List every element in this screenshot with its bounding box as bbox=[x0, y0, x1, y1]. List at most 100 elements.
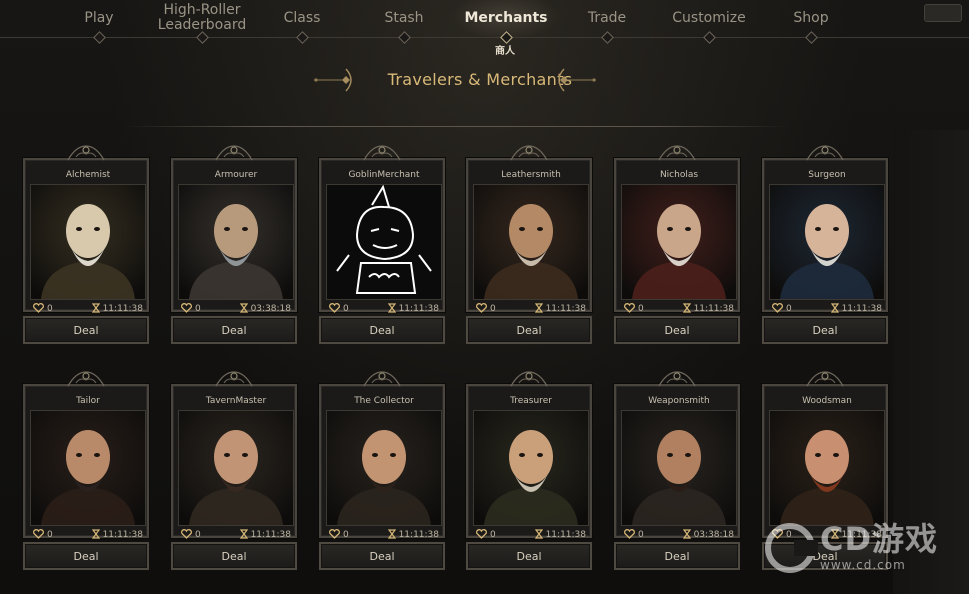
merchant-card-nicholas[interactable]: Nicholas 0 11:11:38 Deal bbox=[614, 145, 740, 346]
merchant-stats: 0 11:11:38 bbox=[621, 301, 737, 317]
affinity: 0 bbox=[178, 302, 204, 316]
deal-button[interactable]: Deal bbox=[23, 542, 149, 570]
merchant-name: Treasurer bbox=[510, 396, 552, 406]
title-ornament-right-icon bbox=[558, 68, 596, 92]
merchant-card-tavernmaster[interactable]: TavernMaster 0 11:11:38 Deal bbox=[171, 371, 297, 572]
merchant-portrait[interactable] bbox=[769, 184, 885, 300]
card-frame: Armourer 0 03:38:18 bbox=[171, 158, 297, 314]
heart-icon bbox=[624, 302, 635, 316]
merchant-portrait[interactable] bbox=[326, 184, 442, 300]
affinity: 0 bbox=[621, 528, 647, 542]
deal-button[interactable]: Deal bbox=[319, 316, 445, 344]
hourglass-icon bbox=[387, 302, 396, 316]
watermark-logo-icon bbox=[765, 523, 818, 573]
merchant-portrait[interactable] bbox=[621, 410, 737, 526]
merchant-portrait[interactable] bbox=[621, 184, 737, 300]
restock-timer: 11:11:38 bbox=[532, 302, 589, 316]
heart-icon bbox=[476, 528, 487, 542]
merchant-card-weaponsmith[interactable]: Weaponsmith 0 03:38:18 Deal bbox=[614, 371, 740, 572]
hourglass-icon bbox=[239, 302, 248, 316]
card-frame: Leathersmith 0 11:11:38 bbox=[466, 158, 592, 314]
merchant-card-tailor[interactable]: Tailor 0 11:11:38 Deal bbox=[23, 371, 149, 572]
deal-button[interactable]: Deal bbox=[171, 316, 297, 344]
merchant-portrait[interactable] bbox=[769, 410, 885, 526]
merchant-card-treasurer[interactable]: Treasurer 0 11:11:38 Deal bbox=[466, 371, 592, 572]
affinity: 0 bbox=[769, 302, 795, 316]
restock-timer: 11:11:38 bbox=[680, 302, 737, 316]
card-frame: Tailor 0 11:11:38 bbox=[23, 384, 149, 540]
hourglass-icon bbox=[830, 302, 839, 316]
hourglass-icon bbox=[682, 528, 691, 542]
merchant-card-alchemist[interactable]: Alchemist 0 11:11:38 Deal bbox=[23, 145, 149, 346]
deal-button[interactable]: Deal bbox=[614, 316, 740, 344]
timer-value: 11:11:38 bbox=[102, 530, 143, 540]
heart-icon bbox=[624, 528, 635, 542]
hourglass-icon bbox=[91, 528, 100, 542]
heart-icon bbox=[772, 302, 783, 316]
merchant-card-armourer[interactable]: Armourer 0 03:38:18 Deal bbox=[171, 145, 297, 346]
affinity-value: 0 bbox=[47, 530, 53, 540]
merchant-portrait[interactable] bbox=[473, 410, 589, 526]
affinity: 0 bbox=[30, 302, 56, 316]
card-frame: Nicholas 0 11:11:38 bbox=[614, 158, 740, 314]
affinity: 0 bbox=[473, 528, 499, 542]
restock-timer: 11:11:38 bbox=[385, 528, 442, 542]
merchant-name: TavernMaster bbox=[205, 396, 267, 406]
deal-button[interactable]: Deal bbox=[614, 542, 740, 570]
deal-button[interactable]: Deal bbox=[171, 542, 297, 570]
heart-icon bbox=[181, 528, 192, 542]
merchant-stats: 0 11:11:38 bbox=[473, 527, 589, 543]
merchant-portrait[interactable] bbox=[178, 410, 294, 526]
merchant-portrait[interactable] bbox=[30, 410, 146, 526]
merchant-name: Leathersmith bbox=[501, 170, 561, 180]
affinity-value: 0 bbox=[47, 304, 53, 314]
affinity: 0 bbox=[473, 302, 499, 316]
hourglass-icon bbox=[239, 528, 248, 542]
merchant-stats: 0 11:11:38 bbox=[326, 527, 442, 543]
card-frame: Surgeon 0 11:11:38 bbox=[762, 158, 888, 314]
merchant-card-the-collector[interactable]: The Collector 0 11:11:38 Deal bbox=[319, 371, 445, 572]
heart-icon bbox=[181, 302, 192, 316]
merchant-card-surgeon[interactable]: Surgeon 0 11:11:38 Deal bbox=[762, 145, 888, 346]
affinity-value: 0 bbox=[638, 304, 644, 314]
affinity-value: 0 bbox=[638, 530, 644, 540]
nav-divider bbox=[0, 37, 969, 38]
restock-timer: 11:11:38 bbox=[89, 302, 146, 316]
affinity: 0 bbox=[30, 528, 56, 542]
timer-value: 11:11:38 bbox=[250, 530, 291, 540]
card-frame: TavernMaster 0 11:11:38 bbox=[171, 384, 297, 540]
deal-button[interactable]: Deal bbox=[466, 316, 592, 344]
deal-button[interactable]: Deal bbox=[319, 542, 445, 570]
timer-value: 11:11:38 bbox=[693, 304, 734, 314]
timer-value: 11:11:38 bbox=[841, 304, 882, 314]
affinity-value: 0 bbox=[195, 304, 201, 314]
merchant-name: Tailor bbox=[76, 396, 100, 406]
affinity-value: 0 bbox=[786, 304, 792, 314]
restock-timer: 03:38:18 bbox=[680, 528, 737, 542]
deal-button[interactable]: Deal bbox=[23, 316, 149, 344]
timer-value: 11:11:38 bbox=[398, 304, 439, 314]
merchant-portrait[interactable] bbox=[326, 410, 442, 526]
affinity-value: 0 bbox=[490, 530, 496, 540]
card-frame: Alchemist 0 11:11:38 bbox=[23, 158, 149, 314]
merchant-name: Nicholas bbox=[659, 170, 699, 180]
affinity-value: 0 bbox=[343, 304, 349, 314]
timer-value: 11:11:38 bbox=[545, 530, 586, 540]
deal-button[interactable]: Deal bbox=[762, 316, 888, 344]
deal-button[interactable]: Deal bbox=[466, 542, 592, 570]
merchant-stats: 0 11:11:38 bbox=[473, 301, 589, 317]
hourglass-icon bbox=[534, 528, 543, 542]
watermark: CD游戏 www.cd.com bbox=[760, 514, 960, 584]
affinity: 0 bbox=[326, 528, 352, 542]
merchant-portrait[interactable] bbox=[178, 184, 294, 300]
restock-timer: 11:11:38 bbox=[828, 302, 885, 316]
merchant-card-goblinmerchant[interactable]: GoblinMerchant 0 11:11:38 Deal bbox=[319, 145, 445, 346]
merchant-portrait[interactable] bbox=[30, 184, 146, 300]
affinity: 0 bbox=[178, 528, 204, 542]
merchant-card-leathersmith[interactable]: Leathersmith 0 11:11:38 Deal bbox=[466, 145, 592, 346]
timer-value: 03:38:18 bbox=[693, 530, 734, 540]
merchant-portrait[interactable] bbox=[473, 184, 589, 300]
menu-button[interactable] bbox=[924, 4, 962, 22]
merchant-name: GoblinMerchant bbox=[348, 170, 420, 180]
restock-timer: 11:11:38 bbox=[532, 528, 589, 542]
